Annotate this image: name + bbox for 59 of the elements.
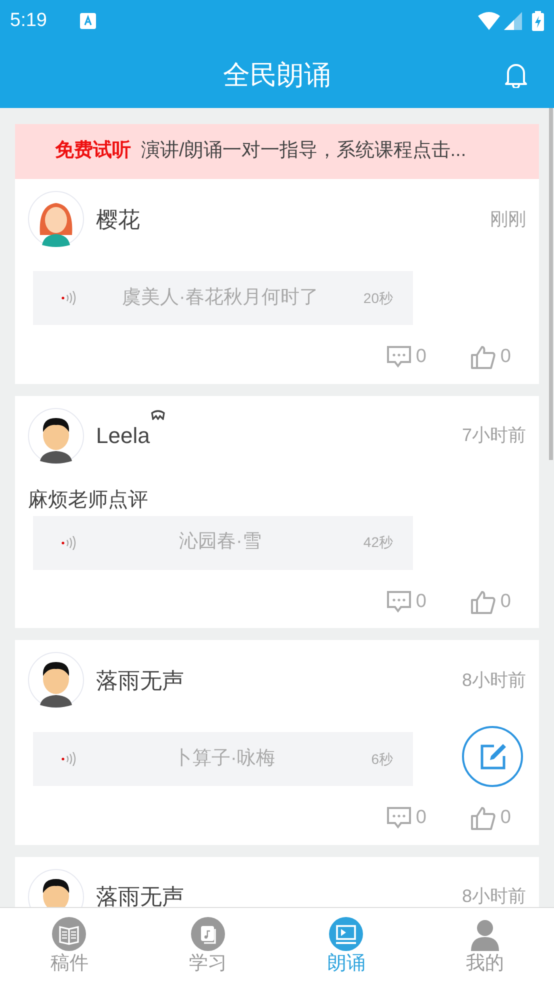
like-count: 0 [500,345,511,369]
audio-player[interactable]: 虞美人·春花秋月何时了 20秒 [33,271,413,325]
keyboard-icon [80,13,96,29]
audio-player[interactable]: 卜算子·咏梅 6秒 [33,732,413,786]
nav-tab[interactable]: 稿件 [0,908,138,984]
post-time: 8小时前 [462,885,526,907]
comment-count: 0 [416,590,426,614]
audio-duration: 20秒 [363,288,393,308]
avatar-icon[interactable] [28,408,84,464]
book-icon [52,917,86,951]
like-count: 0 [500,590,511,614]
comment-icon [386,345,412,370]
sound-icon [61,291,77,305]
signal-icon [504,12,522,30]
audio-duration: 42秒 [363,533,393,552]
comment-icon [386,590,412,614]
post-time: 7小时前 [462,424,526,447]
user-name[interactable]: 落雨无声 [96,880,184,907]
user-name[interactable]: 樱花 [96,202,140,236]
user-name[interactable]: 落雨无声 [96,664,184,696]
user-name[interactable]: Leela [96,419,150,452]
scrollbar[interactable] [549,108,553,460]
app-title: 全民朗诵 [223,58,331,92]
nav-tab[interactable]: 朗诵 [277,908,416,984]
nav-tab[interactable]: 学习 [138,908,277,984]
audio-title: 沁园春·雪 [178,530,262,554]
audio-duration: 6秒 [371,750,393,768]
avatar-icon[interactable] [28,652,84,708]
like-button[interactable]: 0 [470,588,511,616]
post-time: 8小时前 [462,668,526,692]
comment-button[interactable]: 0 [386,588,426,616]
bell-icon[interactable] [504,62,528,88]
comment-count: 0 [416,806,426,830]
thumbs-up-icon [470,590,496,614]
like-button[interactable]: 0 [470,343,511,372]
audio-title: 卜算子·咏梅 [172,746,276,771]
thumbs-up-icon [470,345,496,370]
music-note-icon [190,917,225,951]
monitor-icon [329,917,364,951]
status-time: 5:19 [10,8,47,33]
promo-highlight: 免费试听 [55,139,131,164]
nav-tab[interactable]: 我的 [416,908,554,984]
battery-icon [532,11,544,31]
promo-banner[interactable]: 免费试听 演讲/朗诵一对一指导，系统课程点击... [15,124,539,179]
audio-player[interactable]: 沁园春·雪 42秒 [33,516,413,570]
comment-icon [386,806,412,830]
post-text: 麻烦老师点评 [28,488,149,512]
sound-icon [61,536,77,550]
like-count: 0 [500,806,511,830]
comment-count: 0 [416,345,426,369]
thumbs-up-icon [470,806,496,830]
post-time: 刚刚 [490,208,526,230]
promo-text: 演讲/朗诵一对一指导，系统课程点击... [141,139,466,164]
like-button[interactable]: 0 [470,804,511,832]
wifi-icon [478,12,500,30]
audio-title: 虞美人·春花秋月何时了 [121,286,320,310]
comment-button[interactable]: 0 [386,804,426,832]
comment-button[interactable]: 0 [386,343,426,372]
sound-icon [61,752,77,766]
